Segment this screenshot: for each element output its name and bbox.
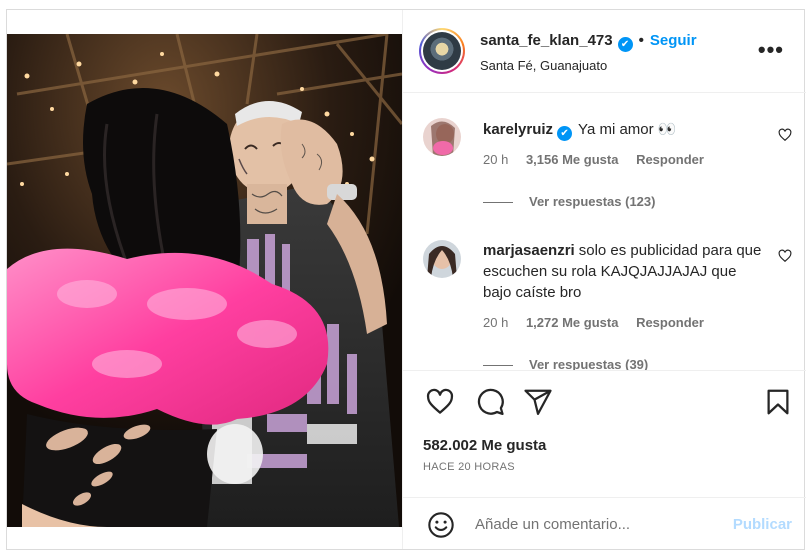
comment-username[interactable]: karelyruiz <box>483 121 553 138</box>
comment-avatar[interactable] <box>423 118 461 156</box>
comment-reply-button[interactable]: Responder <box>636 152 704 167</box>
instagram-post: santa_fe_klan_473 ✔ • Seguir Santa Fé, Guan… <box>6 9 806 550</box>
verified-badge-icon: ✔ <box>617 37 633 52</box>
comment-icon[interactable] <box>475 387 505 417</box>
comment-age: 20 h <box>483 315 509 330</box>
comments-list: karelyruiz ✔ Ya mi amor 👀 20 h 3,156 Me gu… <box>403 94 806 370</box>
comment-age: 20 h <box>483 152 509 167</box>
author-avatar[interactable] <box>419 28 465 74</box>
post-photo-image <box>7 34 402 527</box>
post-location[interactable]: Santa Fé, Guanajuato <box>480 58 607 73</box>
author-username-row: santa_fe_klan_473 ✔ • Seguir <box>480 32 697 52</box>
post-side-panel: santa_fe_klan_473 ✔ • Seguir Santa Fé, Guan… <box>402 10 806 549</box>
more-options-icon[interactable]: ••• <box>758 37 784 63</box>
comment-meta: 20 h 1,272 Me gusta Responder <box>483 315 718 330</box>
post-photo[interactable] <box>7 34 402 527</box>
comment-username[interactable]: marjasaenzri <box>483 242 575 259</box>
comment-body: karelyruiz ✔ Ya mi amor 👀 <box>483 119 763 141</box>
view-replies-button[interactable]: Ver respuestas (39) <box>483 357 648 370</box>
comment-like-heart-icon[interactable] <box>778 128 792 142</box>
comment-body: marjasaenzri solo es publicidad para que … <box>483 240 763 303</box>
publish-button[interactable]: Publicar <box>733 516 792 533</box>
comment-likes[interactable]: 3,156 Me gusta <box>526 152 619 167</box>
comment-composer: Publicar <box>403 497 806 549</box>
emoji-icon[interactable] <box>427 511 455 539</box>
share-icon[interactable] <box>523 387 553 417</box>
view-replies-label: Ver respuestas (39) <box>529 357 649 370</box>
author-username[interactable]: santa_fe_klan_473 <box>480 32 613 49</box>
follow-button[interactable]: Seguir <box>650 32 697 49</box>
view-replies-line <box>483 365 513 367</box>
heart-icon[interactable] <box>425 387 455 417</box>
comment-avatar[interactable] <box>423 240 461 278</box>
comment-avatar-image <box>423 118 461 156</box>
view-replies-button[interactable]: Ver respuestas (123) <box>483 194 655 209</box>
comment-like-heart-icon[interactable] <box>778 249 792 263</box>
post-header: santa_fe_klan_473 ✔ • Seguir Santa Fé, Guan… <box>403 10 806 93</box>
header-separator: • <box>638 32 644 49</box>
comment-text: Ya mi amor 👀 <box>578 121 677 138</box>
post-time[interactable]: HACE 20 HORAS <box>423 461 515 473</box>
bookmark-icon[interactable] <box>763 387 793 417</box>
comment-reply-button[interactable]: Responder <box>636 315 704 330</box>
comment-input[interactable] <box>475 510 725 538</box>
verified-badge-icon: ✔ <box>557 126 573 141</box>
comment-likes[interactable]: 1,272 Me gusta <box>526 315 619 330</box>
comment-avatar-image <box>423 240 461 278</box>
comment-meta: 20 h 3,156 Me gusta Responder <box>483 152 718 167</box>
view-replies-label: Ver respuestas (123) <box>529 194 656 209</box>
likes-count[interactable]: 582.002 Me gusta <box>423 437 546 454</box>
view-replies-line <box>483 202 513 204</box>
